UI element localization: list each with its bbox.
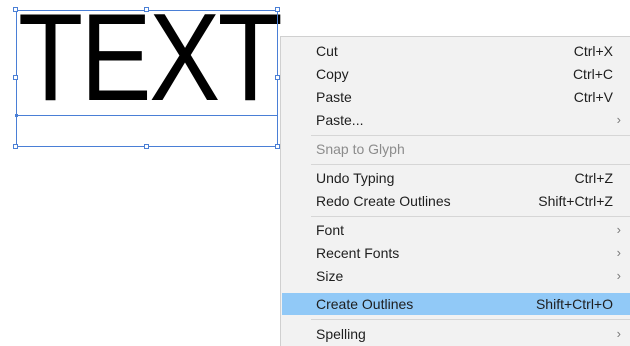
text-object[interactable]: TEXT [13,0,283,149]
menu-item-shortcut: Ctrl+C [572,66,613,82]
menu-item-create-outlines[interactable]: Create Outlines Shift+Ctrl+O [282,293,630,315]
menu-separator [311,164,630,165]
menu-item-shortcut: Shift+Ctrl+Z [538,193,613,209]
menu-item-label: Redo Create Outlines [316,193,451,209]
menu-item-shortcut: Shift+Ctrl+O [535,296,613,312]
resize-handle-top-center[interactable] [144,7,149,12]
menu-item-label: Create Outlines [316,296,414,312]
selection-bounding-box [16,10,278,147]
menu-separator [311,216,630,217]
menu-item-spelling[interactable]: Spelling › [282,323,630,345]
menu-item-cut[interactable]: Cut Ctrl+X [282,40,630,62]
chevron-right-icon: › [616,268,621,283]
menu-item-shortcut: Ctrl+X [573,43,613,59]
resize-handle-top-left[interactable] [13,7,18,12]
context-menu: Cut Ctrl+X Copy Ctrl+C Paste Ctrl+V Past… [280,36,630,346]
chevron-right-icon: › [616,326,621,341]
resize-handle-top-right[interactable] [275,7,280,12]
menu-item-label: Recent Fonts [316,245,400,261]
resize-handle-bottom-center[interactable] [144,144,149,149]
menu-item-copy[interactable]: Copy Ctrl+C [282,63,630,85]
menu-item-label: Cut [316,43,338,59]
menu-item-paste[interactable]: Paste Ctrl+V [282,86,630,108]
menu-item-undo-typing[interactable]: Undo Typing Ctrl+Z [282,167,630,189]
menu-item-font[interactable]: Font › [282,219,630,241]
menu-item-shortcut: Ctrl+V [573,89,613,105]
menu-item-label: Size [316,268,344,284]
resize-handle-middle-left[interactable] [13,75,18,80]
menu-item-paste-special[interactable]: Paste... › [282,109,630,131]
menu-item-redo-create-outlines[interactable]: Redo Create Outlines Shift+Ctrl+Z [282,190,630,212]
menu-item-snap-to-glyph: Snap to Glyph [282,138,630,160]
baseline-anchor-point[interactable] [15,114,18,117]
menu-item-recent-fonts[interactable]: Recent Fonts › [282,242,630,264]
menu-separator [311,135,630,136]
text-baseline [16,115,278,116]
menu-item-label: Paste... [316,112,364,128]
menu-item-shortcut: Ctrl+Z [574,170,614,186]
menu-item-label: Spelling [316,326,366,342]
menu-item-label: Undo Typing [316,170,395,186]
resize-handle-bottom-left[interactable] [13,144,18,149]
chevron-right-icon: › [616,222,621,237]
menu-item-label: Font [316,222,345,238]
menu-item-size[interactable]: Size › [282,265,630,287]
menu-item-label: Paste [316,89,352,105]
menu-separator [311,319,630,320]
menu-item-label: Snap to Glyph [316,141,405,157]
chevron-right-icon: › [616,112,621,127]
chevron-right-icon: › [616,245,621,260]
menu-item-label: Copy [316,66,349,82]
